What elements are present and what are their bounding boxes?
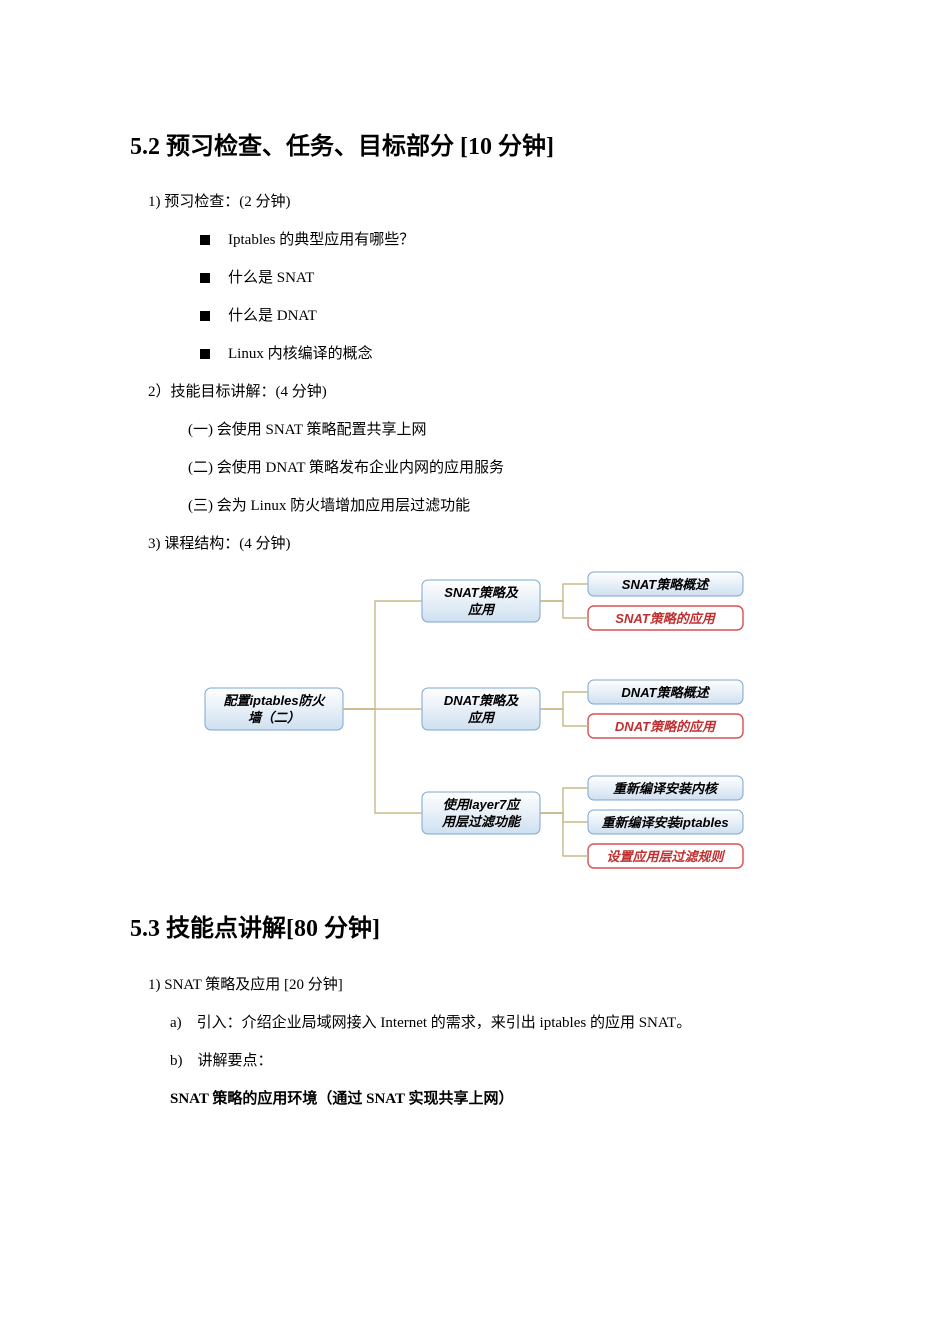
square-bullet-icon <box>200 349 210 359</box>
fc-b1c2: SNAT策略的应用 <box>615 611 716 626</box>
fc-root-l1: 配置iptables防火 <box>223 693 326 708</box>
preview-q4-text: Linux 内核编译的概念 <box>228 342 373 366</box>
square-bullet-icon <box>200 311 210 321</box>
fc-b1-l2: 应用 <box>467 602 496 617</box>
skill-goal-title: 2）技能目标讲解：(4 分钟) <box>148 380 820 404</box>
fc-b3c1: 重新编译安装内核 <box>613 781 720 796</box>
fc-b2c2: DNAT策略的应用 <box>615 719 717 734</box>
snat-env-bold: SNAT 策略的应用环境（通过 SNAT 实现共享上网） <box>170 1087 820 1111</box>
preview-q4: Linux 内核编译的概念 <box>200 342 820 366</box>
fc-b2c1: DNAT策略概述 <box>621 685 710 700</box>
preview-q3-text: 什么是 DNAT <box>228 304 317 328</box>
item-a: a) 引入：介绍企业局域网接入 Internet 的需求，来引出 iptable… <box>170 1011 820 1035</box>
square-bullet-icon <box>200 273 210 283</box>
fc-b3-l2: 用层过滤功能 <box>441 814 522 829</box>
section-5-3-heading: 5.3 技能点讲解[80 分钟] <box>130 910 820 948</box>
section-5-2-heading: 5.2 预习检查、任务、目标部分 [10 分钟] <box>130 128 820 166</box>
preview-q1: Iptables 的典型应用有哪些？ <box>200 228 820 252</box>
skill-goal-2: (二) 会使用 DNAT 策略发布企业内网的应用服务 <box>188 456 820 480</box>
skill-goal-3: (三) 会为 Linux 防火墙增加应用层过滤功能 <box>188 494 820 518</box>
course-structure-title: 3) 课程结构：(4 分钟) <box>148 532 820 556</box>
fc-root-l2: 墙（二） <box>248 710 300 725</box>
preview-q1-text: Iptables 的典型应用有哪些？ <box>228 228 414 252</box>
fc-b2-l1: DNAT策略及 <box>444 693 519 708</box>
fc-b3c3: 设置应用层过滤规则 <box>606 849 725 864</box>
skill-goal-1: (一) 会使用 SNAT 策略配置共享上网 <box>188 418 820 442</box>
fc-b1-l1: SNAT策略及 <box>444 585 518 600</box>
preview-check-title: 1) 预习检查：(2 分钟) <box>148 190 820 214</box>
preview-q2-text: 什么是 SNAT <box>228 266 314 290</box>
fc-b3-l1: 使用layer7应 <box>443 797 522 812</box>
preview-q2: 什么是 SNAT <box>200 266 820 290</box>
fc-b2-l2: 应用 <box>467 710 496 725</box>
fc-b3c2: 重新编译安装iptables <box>601 815 728 830</box>
item-b: b) 讲解要点： <box>170 1049 820 1073</box>
snat-topic-title: 1) SNAT 策略及应用 [20 分钟] <box>148 973 820 997</box>
course-structure-flowchart: 配置iptables防火 墙（二） SNAT策略及 应用 DNAT策略及 应用 … <box>195 570 755 880</box>
preview-q3: 什么是 DNAT <box>200 304 820 328</box>
fc-b1c1: SNAT策略概述 <box>622 577 710 592</box>
square-bullet-icon <box>200 235 210 245</box>
